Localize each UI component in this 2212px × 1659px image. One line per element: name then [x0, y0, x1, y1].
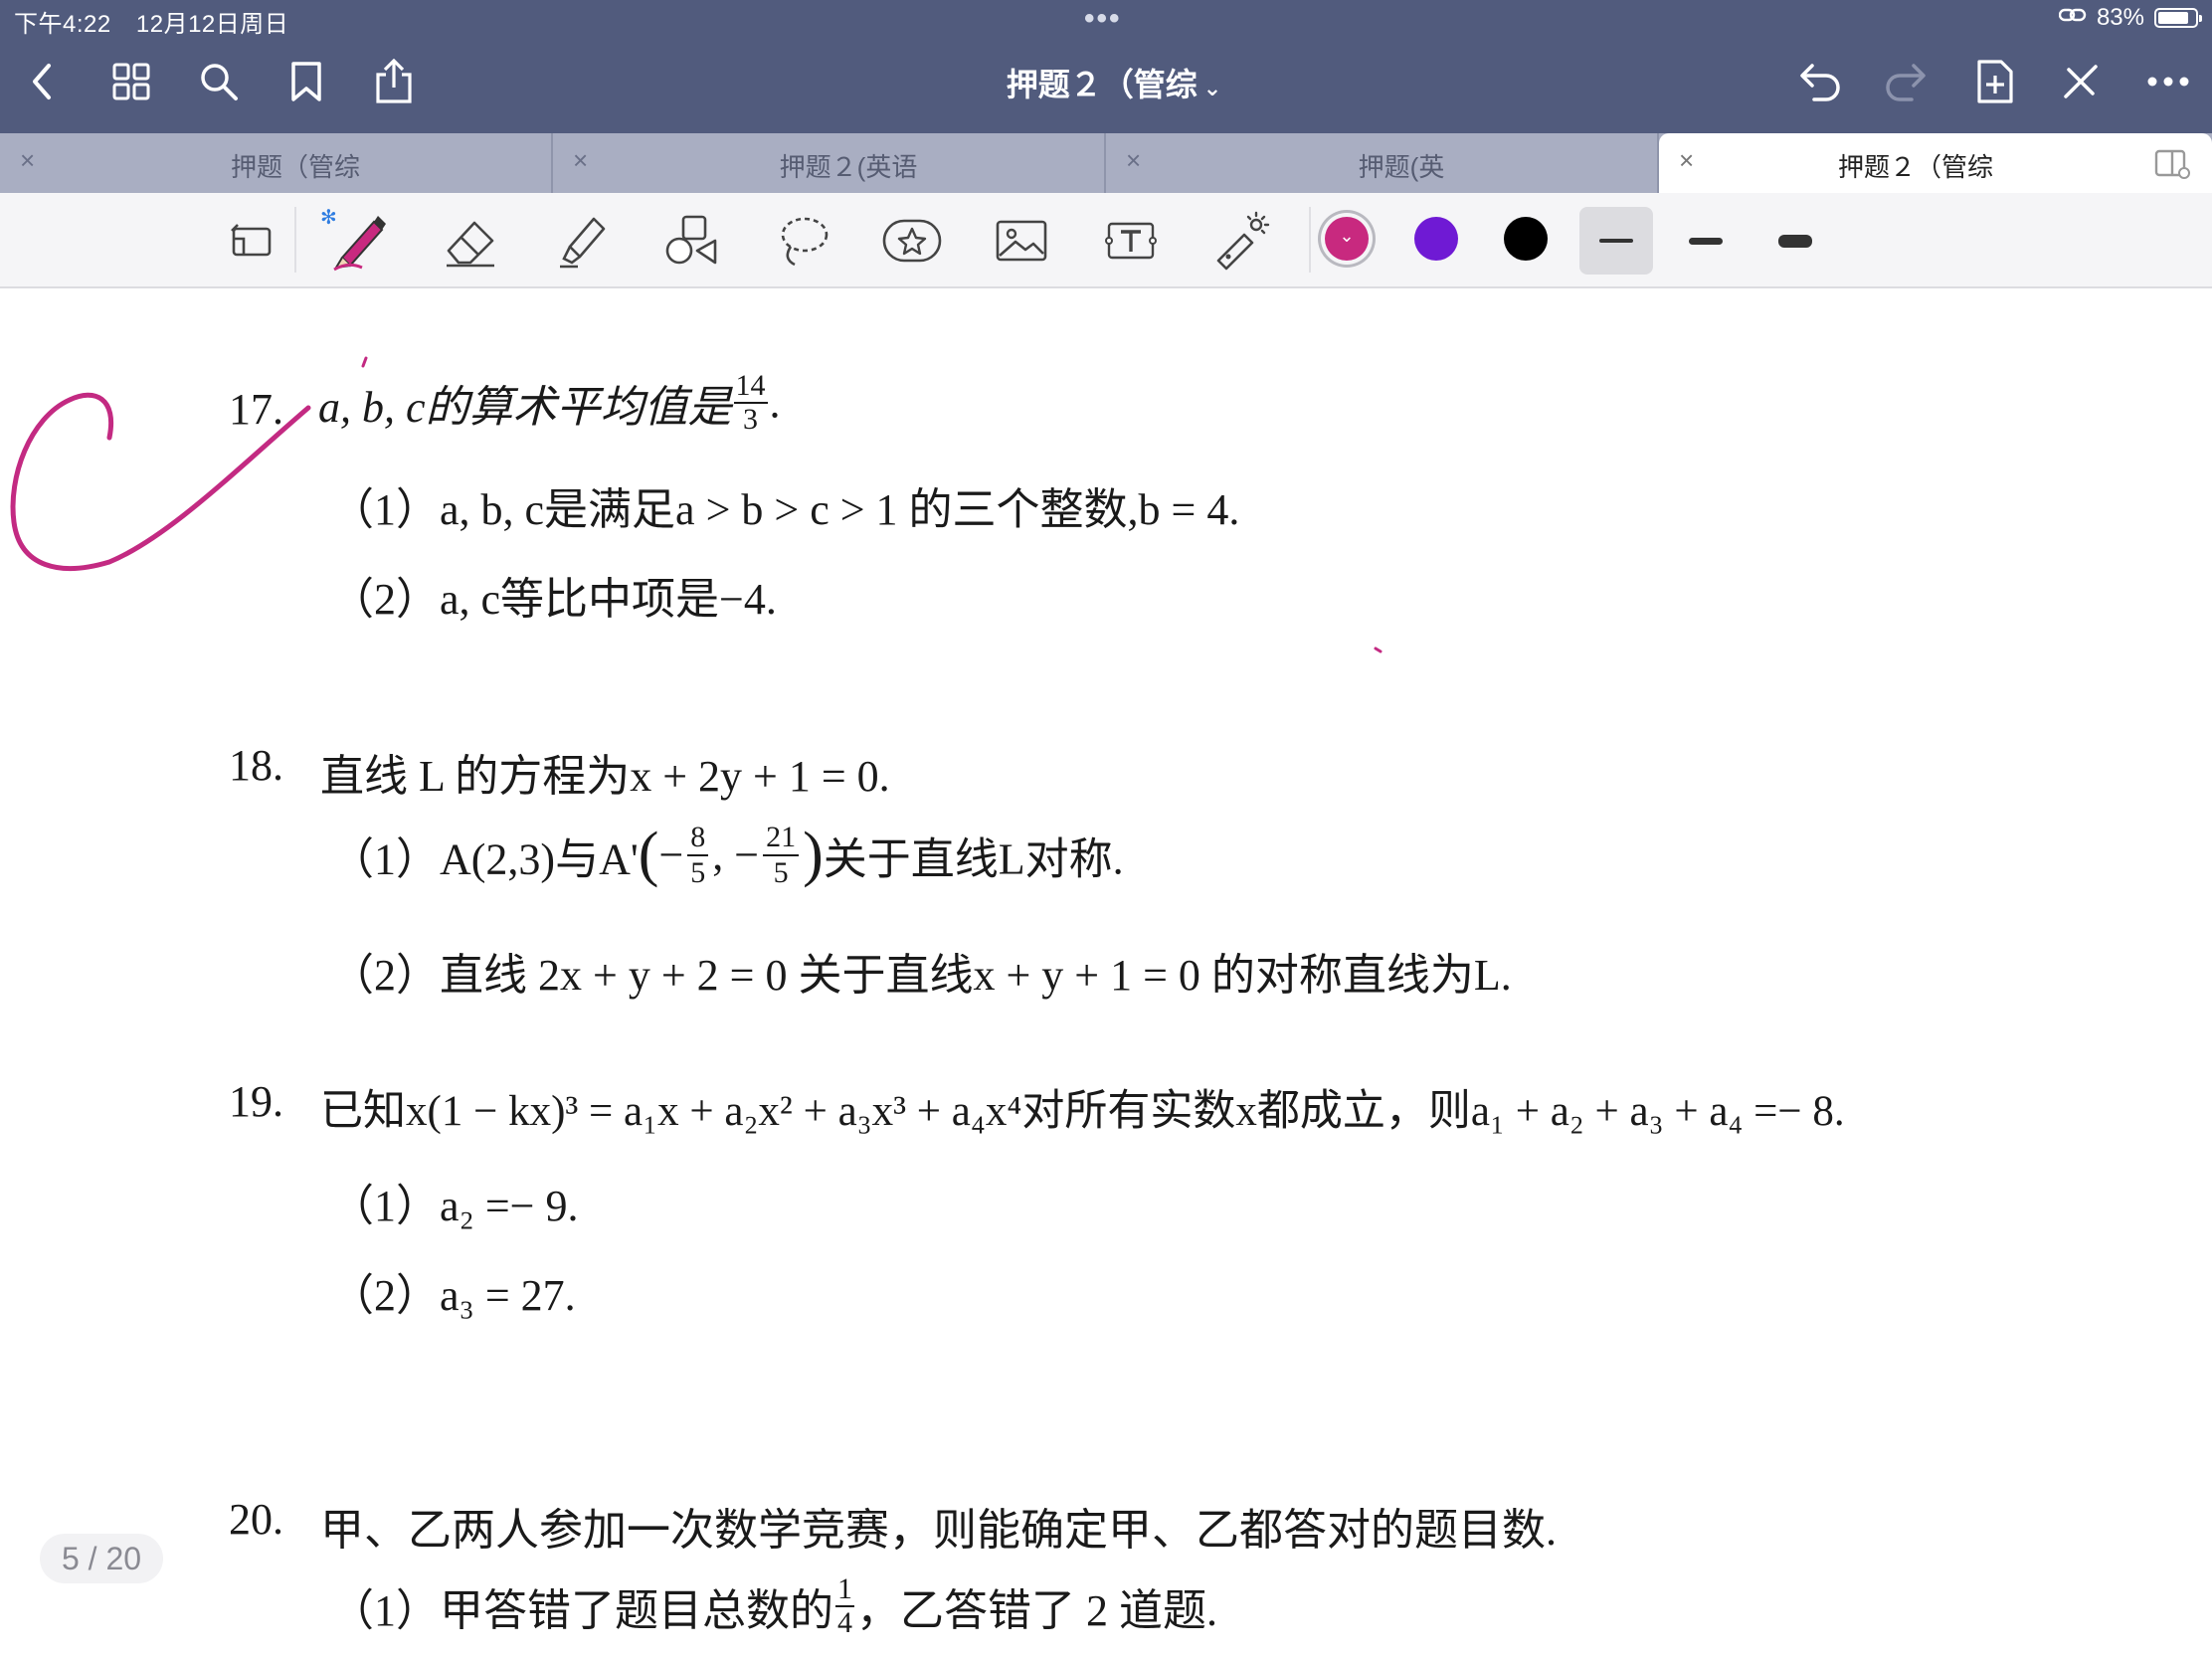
split-view-icon[interactable]	[2154, 149, 2190, 186]
page-indicator: 5 / 20	[40, 1534, 163, 1583]
stroke-medium-icon	[1689, 237, 1723, 245]
tab-4-active[interactable]: × 押题２（管综	[1659, 133, 2212, 193]
document-page[interactable]: 17. a, b, c的算术平均值是 14 3. （1）a, b, c是满足a > …	[0, 288, 2212, 1659]
tab-label: 押题２（管综	[1837, 152, 1993, 182]
chevron-down-icon: ⌄	[1339, 226, 1355, 246]
stroke-thin-icon	[1599, 239, 1633, 243]
read-only-mode-icon[interactable]	[217, 207, 286, 275]
close-tab-icon[interactable]: ×	[573, 145, 588, 176]
status-date: 12月12日周日	[135, 11, 289, 38]
multitask-dots[interactable]: •••	[1084, 2, 1122, 36]
text-tool-icon[interactable]	[1096, 207, 1166, 275]
tab-3[interactable]: × 押题(英	[1106, 133, 1659, 193]
stroke-thin-option[interactable]	[1579, 207, 1653, 275]
more-icon[interactable]	[2140, 54, 2196, 109]
pen-tool-icon[interactable]	[324, 207, 394, 275]
shapes-tool-icon[interactable]	[656, 207, 726, 275]
battery-fill	[2158, 12, 2188, 24]
laser-pointer-icon[interactable]	[1205, 207, 1275, 275]
sticker-tool-icon[interactable]	[877, 207, 947, 275]
bookmark-icon[interactable]	[278, 54, 334, 109]
color-swatch-black[interactable]	[1504, 217, 1548, 261]
tab-bar: × 押题（管综 × 押题２(英语 × 押题(英 × 押题２（管综	[0, 133, 2212, 193]
chevron-down-icon: ⌄	[1202, 76, 1222, 100]
stroke-thick-icon	[1778, 234, 1812, 248]
highlighter-tool-icon[interactable]	[547, 207, 617, 275]
document-title-text: 押题２（管综	[1006, 67, 1198, 102]
close-tab-icon[interactable]: ×	[20, 145, 35, 176]
pen-off-icon[interactable]	[2053, 54, 2109, 109]
color-swatch-magenta[interactable]: ⌄	[1325, 217, 1369, 261]
color-swatch-purple[interactable]	[1414, 217, 1458, 261]
grid-icon[interactable]	[103, 54, 159, 109]
lasso-tool-icon[interactable]	[768, 207, 837, 275]
document-title[interactable]: 押题２（管综 ⌄	[955, 60, 1273, 105]
eraser-tool-icon[interactable]	[436, 207, 505, 275]
link-icon	[2058, 4, 2087, 32]
redo-icon[interactable]	[1878, 54, 1934, 109]
battery-percent: 83%	[2096, 4, 2144, 31]
tab-label: 押题（管综	[230, 152, 360, 182]
handwritten-checkmark-ink	[10, 356, 1382, 653]
battery-icon	[2154, 8, 2202, 28]
tab-1[interactable]: × 押题（管综	[0, 133, 553, 193]
drawing-toolbar: ✻ ⌄	[0, 193, 2212, 288]
top-bar: 下午4:22 12月12日周日 ••• 83% 押题２（管综 ⌄	[0, 0, 2212, 133]
status-time-date: 下午4:22 12月12日周日	[14, 4, 288, 39]
add-page-icon[interactable]	[1967, 54, 2023, 109]
stroke-medium-option[interactable]	[1669, 207, 1743, 275]
tab-2[interactable]: × 押题２(英语	[553, 133, 1106, 193]
stroke-thick-option[interactable]	[1758, 207, 1832, 275]
tab-label: 押题２(英语	[779, 152, 918, 182]
search-icon[interactable]	[191, 54, 247, 109]
status-time: 下午4:22	[14, 11, 111, 38]
share-icon[interactable]	[366, 54, 422, 109]
close-tab-icon[interactable]: ×	[1126, 145, 1141, 176]
image-tool-icon[interactable]	[987, 207, 1056, 275]
tab-label: 押题(英	[1358, 152, 1445, 182]
back-icon[interactable]	[14, 54, 70, 109]
close-tab-icon[interactable]: ×	[1679, 145, 1694, 176]
undo-icon[interactable]	[1792, 54, 1848, 109]
status-right: 83%	[2058, 4, 2202, 32]
